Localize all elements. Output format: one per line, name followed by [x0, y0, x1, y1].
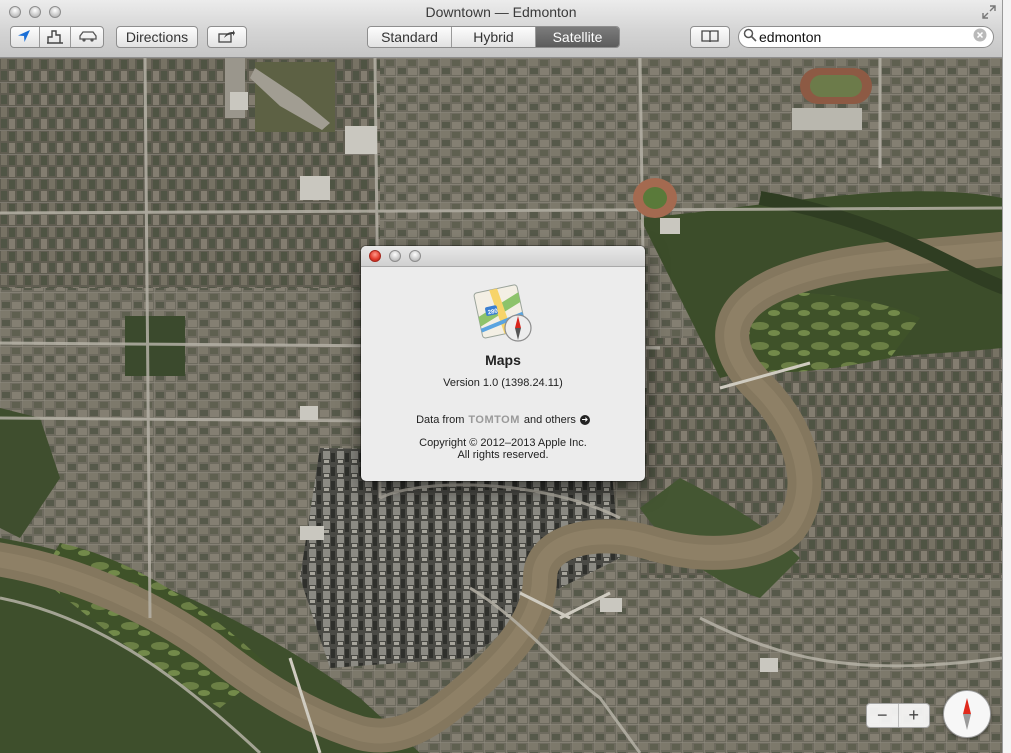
background-window-edge: [1002, 0, 1011, 753]
about-minimize-button: [389, 250, 401, 262]
about-version: Version 1.0 (1398.24.11): [443, 377, 563, 389]
about-app-name: Maps: [485, 352, 521, 368]
fullscreen-icon[interactable]: [982, 5, 996, 19]
map-view-mode-selector: Standard Hybrid Satellite: [367, 26, 620, 48]
copyright-line: Copyright © 2012–2013 Apple Inc.: [419, 437, 587, 449]
toolbar-divider: [38, 27, 40, 47]
traffic-car-icon[interactable]: [78, 29, 98, 46]
compass-icon: [963, 698, 971, 730]
about-titlebar: [361, 246, 645, 267]
view-mode-satellite[interactable]: Satellite: [536, 27, 619, 47]
about-maps-dialog: 280 Maps Version 1.0 (1398.24.11) Data f…: [361, 246, 645, 481]
tomtom-logo: TOMTOM: [468, 414, 520, 426]
about-data-attribution: Data from TOMTOM and others ➜: [361, 414, 645, 426]
more-attribution-arrow-icon[interactable]: ➜: [579, 415, 590, 425]
current-location-icon[interactable]: [16, 28, 32, 47]
view-options-group: [10, 26, 104, 48]
search-input[interactable]: [757, 29, 973, 45]
toolbar-divider: [70, 27, 72, 47]
bookmarks-book-icon: [701, 29, 719, 46]
zoom-out-button[interactable]: −: [867, 704, 899, 727]
search-icon: [743, 28, 757, 47]
search-field[interactable]: [738, 26, 994, 48]
data-from-label: Data from: [416, 414, 465, 426]
window-titlebar: Downtown — Edmonton Directions Standard …: [0, 0, 1002, 58]
bookmarks-button[interactable]: [690, 26, 730, 48]
compass-button[interactable]: [943, 690, 991, 738]
about-zoom-button: [409, 250, 421, 262]
maps-app-icon: 280: [472, 282, 536, 346]
view-mode-hybrid[interactable]: Hybrid: [452, 27, 536, 47]
share-icon: [218, 29, 236, 46]
3d-buildings-icon[interactable]: [46, 28, 64, 47]
rights-line: All rights reserved.: [457, 449, 549, 461]
window-title: Downtown — Edmonton: [425, 4, 577, 20]
share-button[interactable]: [207, 26, 247, 48]
and-others-label: and others: [523, 414, 576, 426]
about-copyright: Copyright © 2012–2013 Apple Inc. All rig…: [361, 437, 645, 461]
view-mode-standard[interactable]: Standard: [368, 27, 452, 47]
about-close-button[interactable]: [369, 250, 381, 262]
zoom-control: − +: [866, 703, 930, 728]
maps-window: Downtown — Edmonton Directions Standard …: [0, 0, 1002, 753]
clear-search-icon[interactable]: [973, 28, 987, 47]
directions-button[interactable]: Directions: [116, 26, 198, 48]
zoom-in-button[interactable]: +: [899, 704, 930, 727]
